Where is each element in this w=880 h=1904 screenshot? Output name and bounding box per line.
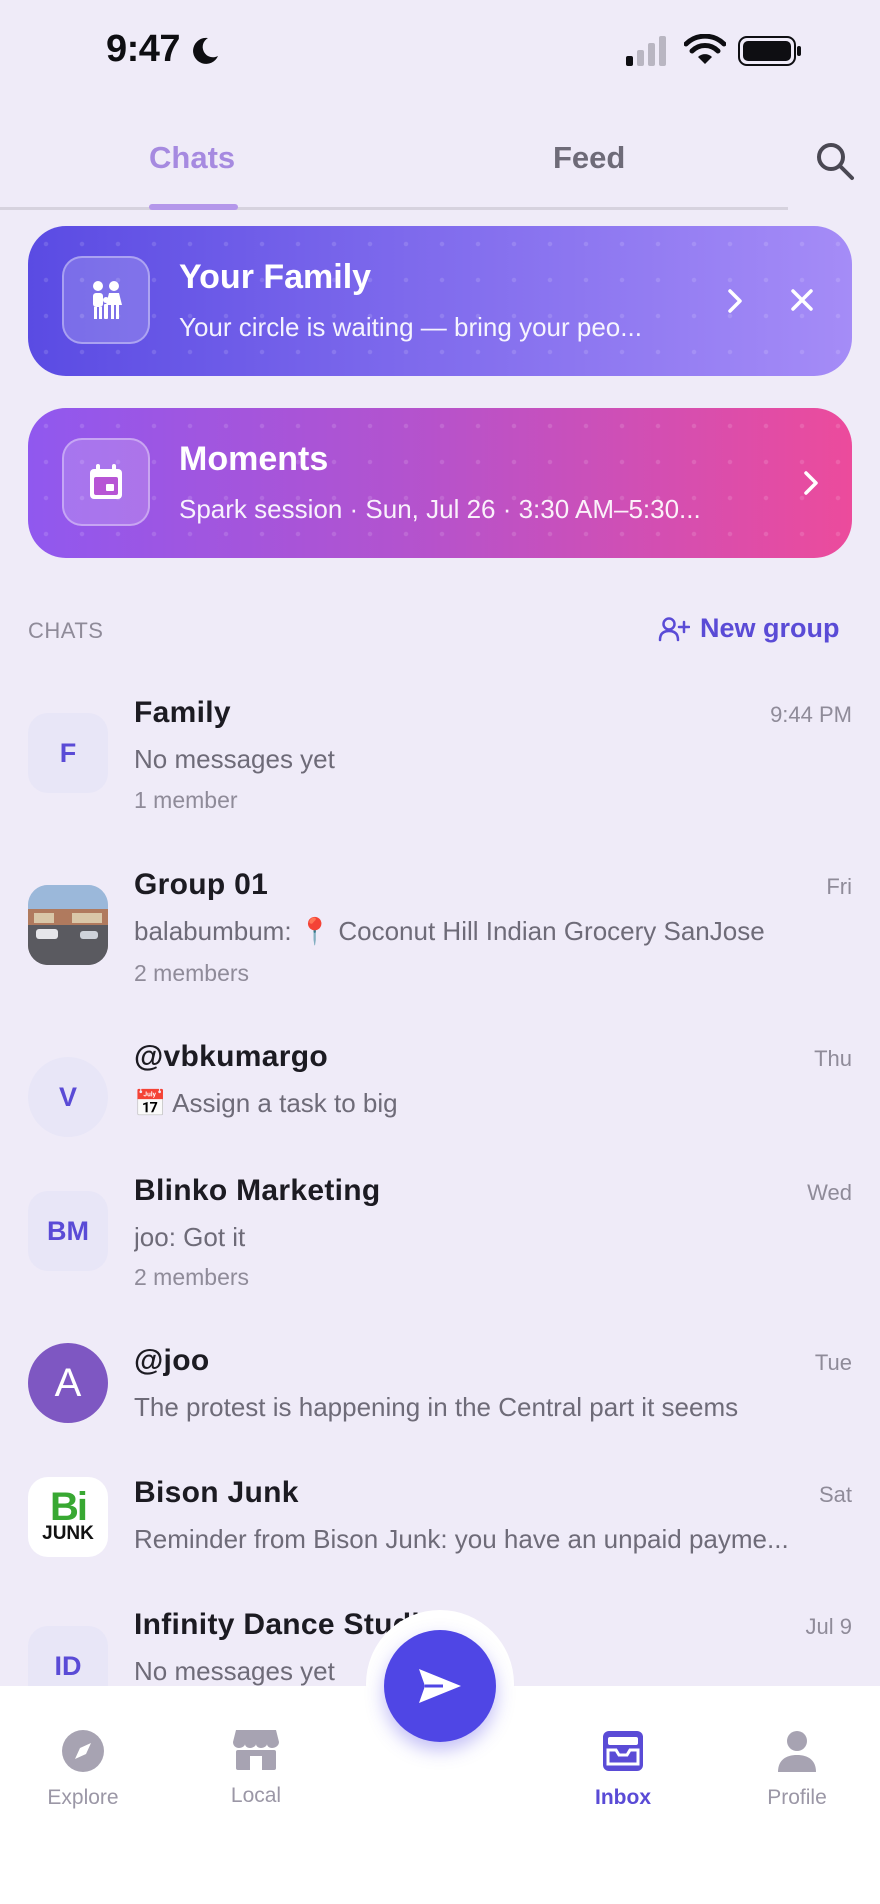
chat-time: Wed: [807, 1180, 852, 1205]
calendar-icon: [62, 438, 150, 526]
new-group-button[interactable]: New group: [658, 613, 840, 644]
chat-preview: balabumbum: 📍 Coconut Hill Indian Grocer…: [134, 916, 765, 946]
chat-preview: joo: Got it: [134, 1222, 246, 1252]
send-icon: [419, 1669, 461, 1703]
family-icon: [62, 256, 150, 344]
chat-name: @vbkumargo: [134, 1040, 328, 1073]
moments-banner[interactable]: Moments Spark session · Sun, Jul 26 · 3:…: [28, 408, 852, 558]
send-fab-button[interactable]: [384, 1630, 496, 1742]
chat-name: Family: [134, 696, 231, 729]
nav-explore[interactable]: Explore: [23, 1728, 143, 1810]
chat-preview: The protest is happening in the Central …: [134, 1392, 739, 1422]
chat-time: Jul 9: [805, 1614, 852, 1639]
chevron-right-icon[interactable]: [720, 284, 750, 318]
chat-member-count: 2 members: [134, 1264, 250, 1290]
moments-banner-title: Moments: [179, 440, 329, 478]
chat-row-bison-junk[interactable]: Bi JUNK Bison Junk Sat Reminder from Bis…: [0, 1460, 880, 1592]
top-tabs: Chats Feed: [0, 120, 880, 210]
chat-preview: Reminder from Bison Junk: you have an un…: [134, 1524, 789, 1554]
nav-explore-label: Explore: [47, 1786, 119, 1809]
status-time: 9:47: [106, 28, 181, 70]
avatar: A: [28, 1343, 108, 1423]
chat-row-family[interactable]: F Family 9:44 PM No messages yet 1 membe…: [0, 680, 880, 850]
moon-icon: [193, 37, 218, 64]
store-icon: [233, 1730, 279, 1770]
chat-name: Bison Junk: [134, 1476, 299, 1509]
chat-time: Tue: [814, 1350, 852, 1375]
chat-preview: 📅 Assign a task to big: [134, 1088, 398, 1118]
avatar: F: [28, 713, 108, 793]
chevron-right-icon[interactable]: [796, 466, 826, 500]
avatar: ID: [28, 1626, 108, 1686]
new-group-label: New group: [700, 613, 840, 643]
section-label: CHATS: [28, 618, 104, 643]
wifi-icon: [684, 34, 726, 64]
chat-row-joo[interactable]: A @joo Tue The protest is happening in t…: [0, 1326, 880, 1460]
tab-divider: [0, 207, 788, 210]
bison-junk-logo: Bi JUNK: [28, 1477, 108, 1557]
chat-preview: No messages yet: [134, 744, 335, 774]
search-icon[interactable]: [812, 138, 858, 184]
tab-feed[interactable]: Feed: [553, 140, 625, 176]
avatar: V: [28, 1057, 108, 1137]
chat-time: Fri: [826, 874, 852, 899]
compass-icon: [62, 1730, 104, 1772]
inbox-icon: [603, 1731, 643, 1771]
chat-list: F Family 9:44 PM No messages yet 1 membe…: [0, 680, 880, 1686]
chat-time: Thu: [814, 1046, 852, 1071]
chat-member-count: 1 member: [134, 787, 238, 813]
bison-junk-logo-top: Bi: [50, 1485, 88, 1529]
battery-icon: [738, 36, 801, 66]
nav-local-label: Local: [230, 1784, 282, 1807]
family-banner-title: Your Family: [179, 258, 372, 296]
tab-active-indicator: [149, 204, 238, 210]
chat-name: Group 01: [134, 868, 269, 901]
group-photo-avatar: [28, 885, 108, 965]
close-icon[interactable]: [784, 282, 820, 318]
nav-inbox-label: Inbox: [595, 1786, 651, 1809]
tab-chats[interactable]: Chats: [149, 140, 235, 176]
chat-name: Blinko Marketing: [134, 1174, 381, 1207]
cellular-signal-icon: [626, 36, 666, 66]
chat-time: Sat: [818, 1482, 852, 1507]
add-user-icon: [658, 616, 690, 641]
nav-inbox[interactable]: Inbox: [563, 1728, 683, 1810]
chat-row-vbkumargo[interactable]: V @vbkumargo Thu 📅 Assign a task to big: [0, 1022, 880, 1156]
nav-profile-label: Profile: [767, 1786, 827, 1809]
avatar: BM: [28, 1191, 108, 1271]
moments-banner-subtitle: Spark session · Sun, Jul 26 · 3:30 AM–5:…: [179, 494, 701, 524]
chat-row-blinko-marketing[interactable]: BM Blinko Marketing Wed joo: Got it 2 me…: [0, 1156, 880, 1326]
person-icon: [778, 1731, 816, 1772]
family-banner-subtitle: Your circle is waiting — bring your peo.…: [179, 312, 642, 342]
nav-local[interactable]: Local: [196, 1728, 316, 1808]
chat-name: @joo: [134, 1344, 210, 1377]
chat-row-group-01[interactable]: Group 01 Fri balabumbum: 📍 Coconut Hill …: [0, 850, 880, 1022]
nav-profile[interactable]: Profile: [737, 1728, 857, 1810]
chat-time: 9:44 PM: [770, 702, 852, 727]
family-banner[interactable]: Your Family Your circle is waiting — bri…: [28, 226, 852, 376]
chat-member-count: 2 members: [134, 960, 250, 986]
status-bar: 9:47: [0, 0, 880, 100]
bison-junk-logo-bottom: JUNK: [42, 1523, 94, 1544]
